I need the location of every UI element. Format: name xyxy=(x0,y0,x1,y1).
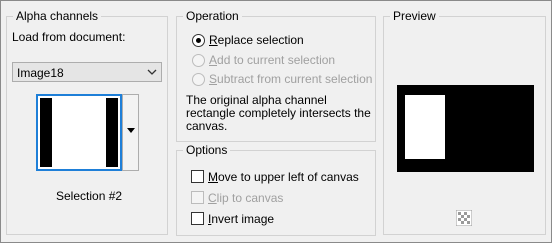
invert-image-label: Invert image xyxy=(208,212,275,226)
preview-selection-area xyxy=(405,95,445,159)
alpha-channels-title: Alpha channels xyxy=(13,9,102,23)
replace-selection-radio[interactable] xyxy=(192,34,205,47)
thumbnail-dropdown-button[interactable] xyxy=(122,94,139,171)
document-select-value: Image18 xyxy=(17,66,64,80)
operation-title: Operation xyxy=(183,9,242,23)
selection-thumbnail-picker[interactable] xyxy=(36,94,142,171)
checkerboard-icon[interactable] xyxy=(456,210,472,226)
subtract-from-selection-radio[interactable] xyxy=(192,73,205,86)
selection-thumbnail[interactable] xyxy=(36,94,122,171)
chevron-down-icon xyxy=(147,69,157,75)
dropdown-arrow-icon xyxy=(127,128,135,133)
operation-description: The original alpha channel rectangle com… xyxy=(186,93,371,133)
preview-image xyxy=(397,85,534,172)
options-title: Options xyxy=(183,143,231,157)
preview-title: Preview xyxy=(390,9,439,23)
move-to-upper-left-label: Move to upper left of canvas xyxy=(208,170,359,184)
load-from-document-label: Load from document: xyxy=(12,30,126,44)
selection-name: Selection #2 xyxy=(56,189,123,203)
add-to-selection-label: Add to current selection xyxy=(209,53,336,67)
invert-image-checkbox[interactable] xyxy=(191,212,204,225)
add-to-selection-radio[interactable] xyxy=(192,54,205,67)
clip-to-canvas-label: Clip to canvas xyxy=(208,191,284,205)
subtract-from-selection-label: Subtract from current selection xyxy=(209,72,373,86)
replace-selection-label: Replace selection xyxy=(209,33,304,47)
clip-to-canvas-checkbox[interactable] xyxy=(191,191,204,204)
thumbnail-right-bar xyxy=(106,98,118,167)
thumbnail-left-bar xyxy=(40,98,52,167)
move-to-upper-left-checkbox[interactable] xyxy=(191,170,204,183)
document-select[interactable]: Image18 xyxy=(12,62,162,82)
